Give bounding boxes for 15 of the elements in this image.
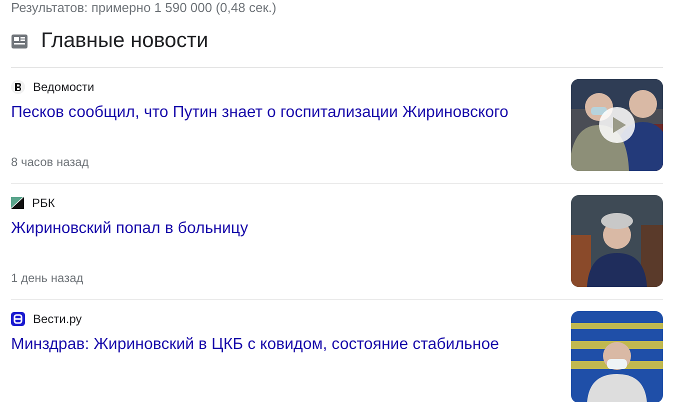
play-icon[interactable]: [599, 107, 635, 143]
source-logo-icon: [11, 197, 24, 209]
news-time: 8 часов назад: [11, 155, 90, 169]
result-stats: Результатов: примерно 1 590 000 (0,48 сек.): [11, 0, 278, 15]
source-logo-icon: [11, 312, 25, 326]
news-source: Ведомости: [33, 80, 94, 94]
headline-link[interactable]: Жириновский попал в больницу: [11, 219, 551, 239]
section-title: Главные новости: [41, 29, 208, 53]
headline-link[interactable]: Минздрав: Жириновский в ЦКБ с ковидом, состояние стабильное: [11, 335, 551, 355]
headline-link[interactable]: Песков сообщил, что Путин знает о госпитализации Жириновского: [11, 103, 551, 123]
source-logo-icon: [11, 80, 25, 94]
news-time: 1 день назад: [11, 271, 84, 285]
news-source: Вести.ру: [33, 312, 82, 326]
news-source: РБК: [32, 196, 55, 210]
news-icon: [11, 34, 28, 48]
